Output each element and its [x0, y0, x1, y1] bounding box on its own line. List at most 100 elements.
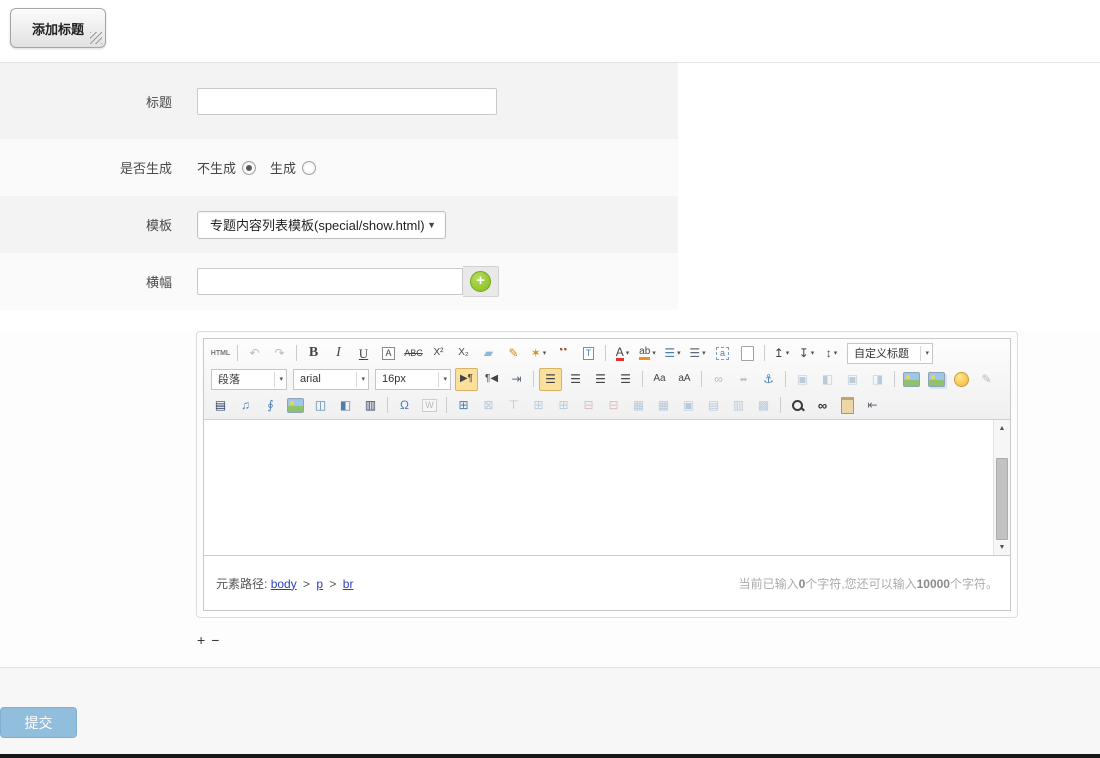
search-button[interactable] [786, 394, 809, 417]
new-doc-button[interactable] [736, 342, 759, 365]
path-link-body[interactable]: body [271, 577, 297, 591]
align-justify-button[interactable]: ☰ [614, 368, 637, 391]
split-cell-button[interactable]: ▩ [752, 394, 775, 417]
indent-button[interactable]: ⇥ [505, 368, 528, 391]
bold-button[interactable]: B [302, 342, 325, 365]
dir-ltr-button[interactable]: ▶¶ [455, 368, 478, 391]
insert-video-button[interactable]: ▤ [209, 394, 232, 417]
back-color-button[interactable]: ab▾ [636, 342, 659, 365]
unlink-button[interactable]: ∞ [732, 368, 755, 391]
scrollbar-thumb[interactable] [996, 458, 1008, 540]
fontsize-select-value: 16px [382, 373, 406, 385]
scroll-up-icon[interactable]: ▲ [994, 420, 1010, 436]
custom-title-select[interactable]: 自定义标题▾ [847, 343, 933, 364]
insert-table-button[interactable]: ⊞ [452, 394, 475, 417]
merge-cells-button[interactable]: ▣ [677, 394, 700, 417]
attachment-button[interactable]: ∮ [259, 394, 282, 417]
to-uppercase-button[interactable]: Aa [648, 368, 671, 391]
scrawl-button[interactable]: ✎ [975, 368, 998, 391]
paste-button[interactable] [836, 394, 859, 417]
underline-button[interactable]: U [352, 342, 375, 365]
add-banner-button[interactable]: + [463, 266, 499, 297]
font-border-button[interactable]: A [377, 342, 400, 365]
para-spacing-top-button[interactable]: ↥▾ [770, 342, 793, 365]
unordered-list-button[interactable]: ☰▾ [686, 342, 709, 365]
insert-map-button[interactable] [284, 394, 307, 417]
title-input[interactable] [197, 88, 497, 115]
merge-right-button[interactable]: ▦ [627, 394, 650, 417]
subscript-button[interactable]: X₂ [452, 342, 475, 365]
editor-shrink-button[interactable]: − [211, 632, 219, 648]
fontsize-select[interactable]: 16px▾ [375, 369, 451, 390]
align-right-button[interactable]: ☰ [589, 368, 612, 391]
image-manager-button[interactable] [925, 368, 948, 391]
special-char-button[interactable]: Ω [393, 394, 416, 417]
image-center-button[interactable]: ▣ [841, 368, 864, 391]
font-select[interactable]: arial▾ [293, 369, 369, 390]
page-break-button[interactable]: ⇤ [861, 394, 884, 417]
ordered-list-button[interactable]: ☰▾ [661, 342, 684, 365]
template-select[interactable]: 专题内容列表模板(special/show.html) ▼ [197, 211, 446, 239]
element-path-label: 元素路径: [216, 577, 267, 591]
blockquote-button[interactable]: “ [552, 342, 575, 365]
chevron-down-icon: ▾ [543, 349, 547, 357]
image-inline-button[interactable]: ▣ [791, 368, 814, 391]
font-color-button[interactable]: A▾ [611, 342, 634, 365]
auto-typeset-button[interactable]: ✶▾ [527, 342, 550, 365]
paste-text-icon: T [583, 347, 595, 360]
path-link-br[interactable]: br [343, 577, 354, 591]
add-title-button[interactable]: 添加标题 [10, 8, 106, 48]
align-left-button[interactable]: ☰ [539, 368, 562, 391]
insert-code-button[interactable]: ◧ [334, 394, 357, 417]
strikethrough-button[interactable]: ABC [402, 342, 425, 365]
split-row-button[interactable]: ▤ [702, 394, 725, 417]
editor-grow-button[interactable]: + [197, 632, 205, 648]
para-spacing-bottom-button[interactable]: ↧▾ [795, 342, 818, 365]
emoticon-icon [954, 372, 969, 387]
format-brush-button[interactable]: ✎ [502, 342, 525, 365]
link-button[interactable]: ∞ [707, 368, 730, 391]
path-link-p[interactable]: p [316, 577, 323, 591]
split-col-button[interactable]: ▥ [727, 394, 750, 417]
editor-scrollbar[interactable]: ▲ ▼ [993, 420, 1010, 555]
find-replace-button[interactable]: ∞ [811, 394, 834, 417]
word-image-button[interactable]: W [418, 394, 441, 417]
insert-image-button[interactable] [900, 368, 923, 391]
source-code-button[interactable]: HTML [209, 342, 232, 365]
delete-col-button[interactable]: ⊟ [602, 394, 625, 417]
delete-table-button[interactable]: ⊠ [477, 394, 500, 417]
superscript-button[interactable]: X² [427, 342, 450, 365]
editor-content-area[interactable]: ▲ ▼ [204, 420, 1010, 555]
undo-button[interactable]: ↶ [243, 342, 266, 365]
paragraph-select[interactable]: 段落▾ [211, 369, 287, 390]
para-spacing-bottom-icon: ↧ [799, 347, 809, 359]
align-center-button[interactable]: ☰ [564, 368, 587, 391]
table-title-button[interactable]: ⊤ [502, 394, 525, 417]
to-lowercase-button[interactable]: aA [673, 368, 696, 391]
merge-down-button[interactable]: ▦ [652, 394, 675, 417]
emoticon-button[interactable] [950, 368, 973, 391]
image-right-button[interactable]: ◨ [866, 368, 889, 391]
font-select-value: arial [300, 373, 321, 385]
insert-col-button[interactable]: ⊞ [552, 394, 575, 417]
anchor-button[interactable]: ⚓ [757, 368, 780, 391]
submit-button[interactable]: 提交 [0, 707, 77, 738]
paste-text-button[interactable]: T [577, 342, 600, 365]
insert-iframe-button[interactable]: ◫ [309, 394, 332, 417]
italic-button[interactable]: I [327, 342, 350, 365]
select-all-button[interactable]: a [711, 342, 734, 365]
delete-row-button[interactable]: ⊟ [577, 394, 600, 417]
snapscreen-button[interactable]: ▥ [359, 394, 382, 417]
image-left-button[interactable]: ◧ [816, 368, 839, 391]
insert-music-button[interactable]: ♫ [234, 394, 257, 417]
generate-radio-selected[interactable] [242, 161, 256, 175]
page-break-icon: ⇤ [867, 399, 877, 411]
banner-input[interactable] [197, 268, 463, 295]
dir-rtl-button[interactable]: ¶◀ [480, 368, 503, 391]
line-spacing-button[interactable]: ↕▾ [820, 342, 843, 365]
insert-row-button[interactable]: ⊞ [527, 394, 550, 417]
generate-radio-unselected[interactable] [302, 161, 316, 175]
redo-button[interactable]: ↷ [268, 342, 291, 365]
scroll-down-icon[interactable]: ▼ [994, 539, 1010, 555]
eraser-button[interactable]: ▰ [477, 342, 500, 365]
